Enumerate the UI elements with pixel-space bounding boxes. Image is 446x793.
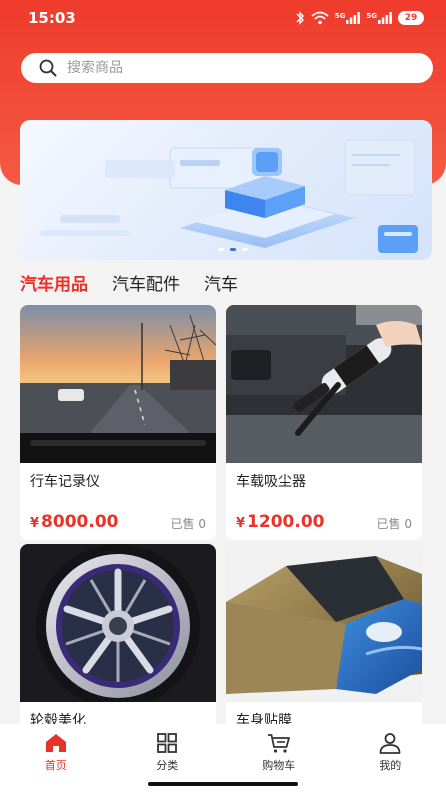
signal-2-label: 5G: [366, 12, 377, 20]
product-image-vacuum: [226, 305, 422, 463]
sold-count: 已售 0: [376, 517, 412, 531]
battery-icon: 29: [398, 11, 424, 25]
tab-car-supplies[interactable]: 汽车用品: [20, 270, 88, 295]
tab-car-parts[interactable]: 汽车配件: [112, 270, 180, 295]
search-bar[interactable]: [21, 53, 433, 83]
product-price: ¥8000.00: [30, 512, 118, 532]
sold-count: 已售 0: [170, 517, 206, 531]
tabbar-home[interactable]: 首页: [16, 732, 96, 793]
search-icon: [39, 59, 57, 77]
status-time: 15:03: [28, 9, 76, 27]
promo-banner[interactable]: [20, 120, 432, 260]
product-price: ¥1200.00: [236, 512, 324, 532]
product-image-dashcam: [20, 305, 216, 463]
banner-dot-active[interactable]: [230, 248, 236, 251]
product-name: 车载吸尘器: [236, 474, 306, 490]
product-image-car-wrap: [226, 544, 422, 702]
wifi-icon: [311, 11, 329, 25]
tabbar-label: 首页: [44, 759, 67, 772]
banner-pagination: [218, 248, 248, 251]
signal-1-icon: 5G: [335, 12, 361, 24]
price-value: 8000.00: [41, 512, 119, 532]
user-icon: [379, 733, 401, 754]
product-meta: ¥8000.00 已售 0: [30, 512, 206, 532]
tabbar-profile[interactable]: 我的: [350, 732, 430, 793]
banner-illustration: [40, 139, 418, 253]
product-grid: 行车记录仪 ¥8000.00 已售 0 车载吸尘器 ¥ 1200.00 已售 0…: [20, 305, 426, 779]
home-indicator: [148, 782, 298, 786]
product-card[interactable]: 行车记录仪 ¥8000.00 已售 0: [20, 305, 216, 540]
cart-icon: [267, 734, 290, 753]
status-bar: 15:03 5G 5G 29: [0, 0, 446, 36]
tabbar-label: 购物车: [262, 759, 296, 772]
currency-symbol: ¥: [236, 516, 246, 531]
grid-icon: [157, 733, 178, 753]
tab-cars[interactable]: 汽车: [204, 270, 238, 295]
product-name: 行车记录仪: [30, 474, 100, 490]
bluetooth-icon: [296, 11, 304, 25]
banner-dot[interactable]: [242, 248, 248, 251]
price-value: 1200.00: [247, 512, 325, 532]
banner-dot[interactable]: [218, 248, 224, 251]
product-image-wheel: [20, 544, 216, 702]
product-card[interactable]: 车载吸尘器 ¥1200.00 已售 0: [226, 305, 422, 540]
category-tabs: 汽车用品 汽车配件 汽车: [0, 262, 446, 302]
currency-symbol: ¥: [30, 516, 40, 531]
search-input[interactable]: [67, 60, 397, 76]
signal-2-icon: 5G: [366, 12, 392, 24]
home-icon: [45, 734, 66, 752]
tabbar-label: 我的: [379, 759, 402, 772]
product-meta: ¥1200.00 已售 0: [236, 512, 412, 532]
signal-1-label: 5G: [334, 12, 346, 20]
tabbar-label: 分类: [156, 759, 179, 772]
status-icons: 5G 5G 29: [295, 11, 424, 25]
